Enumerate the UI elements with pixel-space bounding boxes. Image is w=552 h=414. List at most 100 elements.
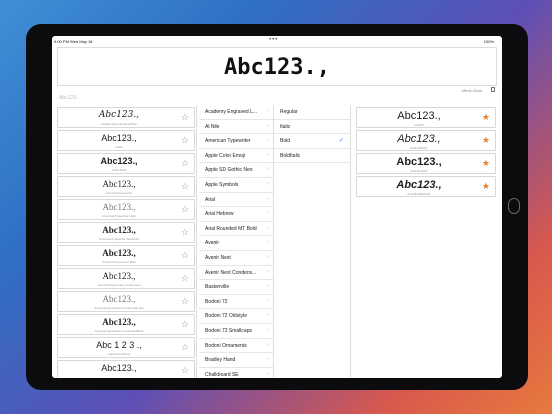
favorite-card[interactable]: Abc123., Arial-BoldItalicMT ★: [356, 176, 496, 197]
star-icon[interactable]: ☆: [181, 136, 189, 145]
font-card[interactable]: Abc123., AmericanTypewriter-Semibold ☆: [57, 222, 195, 243]
font-card[interactable]: Abc123., AmericanTypewriter ☆: [57, 176, 195, 197]
star-filled-icon[interactable]: ★: [482, 182, 490, 191]
chevron-right-icon: ›: [267, 297, 269, 304]
family-row[interactable]: Academy Engraved L... ›: [199, 105, 273, 120]
family-row[interactable]: Arial Hebrew ›: [199, 207, 273, 222]
font-card[interactable]: Abc123., AmericanTypewriter-Light ☆: [57, 199, 195, 220]
font-card[interactable]: Abc 1 2 3 ., AppleColorEmoji ☆: [57, 337, 195, 358]
favorite-card[interactable]: Abc123., Arial-ItalicMT ★: [356, 130, 496, 151]
font-postscript-name: AmericanTypewriter-CondensedLight: [94, 306, 144, 310]
star-icon[interactable]: ☆: [181, 228, 189, 237]
family-label: Bradley Hand: [205, 357, 236, 364]
family-label: Al Nile: [205, 123, 220, 130]
font-postscript-name: AmericanTypewriter-Condensed: [97, 283, 141, 287]
chevron-right-icon: ›: [267, 195, 269, 202]
star-icon[interactable]: ☆: [181, 251, 189, 260]
font-postscript-name: AppleColorEmoji: [107, 352, 131, 356]
app-screen: 9:00 PM Wed May 18 ••• 100% Abc123., Men…: [52, 36, 502, 378]
family-label: Arial Hebrew: [205, 211, 234, 218]
family-row[interactable]: Chalkboard SE ›: [199, 368, 273, 378]
star-icon[interactable]: ☆: [181, 182, 189, 191]
family-row[interactable]: Bradley Hand ›: [199, 353, 273, 368]
font-sample: Abc123.,: [102, 202, 136, 212]
family-label: Academy Engraved L...: [205, 109, 257, 115]
font-card[interactable]: Abc123., AmericanTypewriter-Bold ☆: [57, 245, 195, 266]
font-card[interactable]: Abc123., AmericanTypewriter-CondensedBol…: [57, 314, 195, 335]
star-filled-icon[interactable]: ★: [482, 113, 490, 122]
family-row[interactable]: Avenir ›: [199, 236, 273, 251]
family-label: Avenir Next Condens...: [205, 269, 257, 276]
family-row[interactable]: Avenir Next Condens... ›: [199, 266, 273, 281]
font-postscript-name: ANile: [115, 145, 123, 149]
star-icon[interactable]: ☆: [181, 343, 189, 352]
favorites-list[interactable]: Abc123., ArialMT ★ Abc123., Arial-Italic…: [354, 105, 498, 378]
star-icon[interactable]: ☆: [181, 320, 189, 329]
chevron-right-icon: ›: [267, 341, 269, 348]
font-card[interactable]: Abc123., ANile-Bold ☆: [57, 153, 195, 174]
font-family-list[interactable]: Academy Engraved L... › Al Nile › American…: [199, 105, 274, 378]
font-postscript-name: AmericanTypewriter-CondensedBold: [94, 329, 144, 333]
font-style-list[interactable]: Regular Italic Bold ✓ BoldItalic: [274, 105, 351, 378]
star-icon[interactable]: ☆: [181, 297, 189, 306]
style-row[interactable]: Italic: [274, 120, 350, 135]
font-sample: Abc123.,: [397, 133, 441, 145]
star-filled-icon[interactable]: ★: [482, 159, 490, 168]
style-row[interactable]: Regular: [274, 105, 350, 120]
family-label: American Typewriter: [205, 138, 251, 145]
chevron-right-icon: ›: [267, 108, 269, 114]
family-row[interactable]: Arial Rounded MT Bold ›: [199, 222, 273, 237]
font-card[interactable]: Abc123., AcademyEngravedLetPlain ☆: [57, 107, 195, 128]
family-row[interactable]: Bodoni 72 Oldstyle ›: [199, 309, 273, 324]
font-sample: Abc123.,: [101, 363, 137, 373]
preview-text: Abc123.,: [224, 55, 330, 80]
family-label: Bodoni 72: [205, 298, 228, 305]
style-row[interactable]: BoldItalic: [274, 149, 350, 164]
family-row[interactable]: Apple SD Gothic Neo ›: [199, 163, 273, 178]
family-row[interactable]: Apple Symbols ›: [199, 178, 273, 193]
font-postscript-name: AmericanTypewriter: [105, 191, 133, 195]
chevron-right-icon: ›: [267, 166, 269, 173]
family-row[interactable]: Bodoni 72 Smallcaps ›: [199, 324, 273, 339]
family-label: Bodoni Ornaments: [205, 342, 247, 349]
family-row[interactable]: Apple Color Emoji ›: [199, 149, 273, 164]
star-icon[interactable]: ☆: [181, 159, 189, 168]
family-row[interactable]: Bodoni Ornaments ›: [199, 339, 273, 354]
family-label: Arial Rounded MT Bold: [205, 225, 257, 232]
chevron-right-icon: ›: [267, 327, 269, 333]
star-icon[interactable]: ☆: [181, 205, 189, 214]
font-card[interactable]: Abc123., AmericanTypewriter-Condensed ☆: [57, 268, 195, 289]
style-label: Bold: [280, 138, 291, 145]
font-card[interactable]: Abc123., ☆: [57, 360, 195, 378]
family-row[interactable]: Avenir Next ›: [199, 251, 273, 266]
star-icon[interactable]: ☆: [181, 274, 189, 283]
family-row[interactable]: Al Nile ›: [199, 120, 273, 135]
font-postscript-name: Arial-BoldMT: [410, 169, 428, 173]
family-label: Apple Symbols: [205, 182, 239, 188]
font-sample: Abc123.,: [100, 156, 138, 166]
style-row-selected[interactable]: Bold ✓: [274, 134, 350, 149]
style-label: Regular: [280, 109, 298, 115]
star-icon[interactable]: ☆: [181, 366, 189, 375]
font-postscript-name: Arial-BoldItalicMT: [407, 192, 431, 196]
star-filled-icon[interactable]: ★: [482, 136, 490, 145]
family-row[interactable]: Arial ›: [199, 193, 273, 208]
copy-icon[interactable]: [491, 87, 495, 92]
sample-text-input[interactable]: Abc123.: [59, 95, 139, 103]
font-sample: Abc123.,: [102, 317, 136, 327]
family-label: Apple SD Gothic Neo: [205, 167, 253, 174]
favorite-card[interactable]: Abc123., Arial-BoldMT ★: [356, 153, 496, 174]
star-icon[interactable]: ☆: [181, 113, 189, 122]
font-sample: Abc123.,: [102, 271, 136, 281]
family-row[interactable]: Baskerville ›: [199, 280, 273, 295]
chevron-right-icon: ›: [267, 122, 269, 129]
chevron-right-icon: ›: [267, 210, 269, 217]
family-row[interactable]: American Typewriter ›: [199, 134, 273, 149]
family-row[interactable]: Bodoni 72 ›: [199, 295, 273, 310]
font-postscript-name: Arial-ItalicMT: [410, 146, 428, 150]
font-card[interactable]: Abc123., ANile ☆: [57, 130, 195, 151]
font-sample-list[interactable]: Abc123., AcademyEngravedLetPlain ☆ Abc12…: [56, 105, 197, 378]
multitasking-dots[interactable]: •••: [269, 37, 278, 43]
font-card[interactable]: Abc123., AmericanTypewriter-CondensedLig…: [57, 291, 195, 312]
favorite-card[interactable]: Abc123., ArialMT ★: [356, 107, 496, 128]
